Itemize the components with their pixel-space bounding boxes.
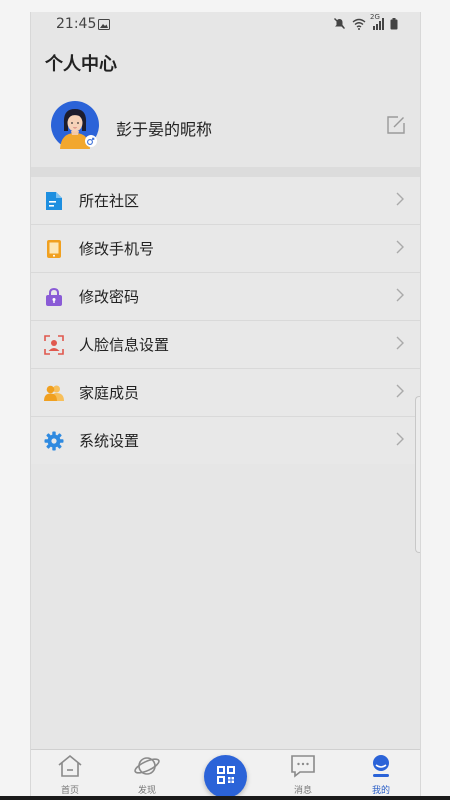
wifi-icon (352, 18, 366, 34)
qr-scan-icon (216, 765, 236, 789)
message-icon (290, 755, 316, 782)
battery-icon (390, 17, 398, 34)
chevron-right-icon (396, 383, 404, 402)
qr-scan-button[interactable] (204, 755, 247, 798)
tab-message[interactable]: 消息 (273, 754, 333, 796)
section-divider (31, 167, 420, 177)
avatar[interactable] (51, 101, 99, 149)
nickname-text: 彭于晏的昵称 (116, 120, 213, 139)
profile-icon (369, 755, 393, 782)
page-title: 个人中心 (45, 54, 117, 75)
menu-item-family[interactable]: 家庭成员 (31, 369, 420, 417)
tab-profile[interactable]: 我的 (351, 754, 411, 796)
community-document-icon (43, 190, 65, 212)
menu-label-change-password: 修改密码 (79, 288, 140, 306)
network-type-label: 2G (370, 12, 380, 21)
lock-icon (43, 286, 65, 308)
face-scan-icon (43, 334, 65, 356)
settings-menu: 所在社区 修改手机号 修改密码 人脸信息设置 家庭成员 系统设置 (31, 177, 420, 464)
menu-label-family: 家庭成员 (79, 384, 140, 402)
chevron-right-icon (396, 287, 404, 306)
gallery-notification-icon (98, 18, 110, 34)
tab-label-message: 消息 (293, 786, 312, 796)
mute-icon (333, 17, 346, 34)
chevron-right-icon (396, 191, 404, 210)
signal-icon: 2G (370, 13, 384, 34)
chevron-right-icon (396, 239, 404, 258)
home-icon (57, 754, 83, 782)
family-members-icon (43, 382, 65, 404)
menu-label-change-phone: 修改手机号 (79, 240, 155, 258)
chevron-right-icon (396, 335, 404, 354)
menu-item-change-phone[interactable]: 修改手机号 (31, 225, 420, 273)
menu-item-community[interactable]: 所在社区 (31, 177, 420, 225)
edit-icon[interactable] (386, 115, 406, 135)
planet-icon (133, 757, 161, 782)
menu-label-face-settings: 人脸信息设置 (79, 336, 170, 354)
tab-discover[interactable]: 发现 (117, 754, 177, 796)
mobile-phone-icon (43, 238, 65, 260)
menu-label-system-settings: 系统设置 (79, 432, 140, 450)
tab-home[interactable]: 首页 (40, 754, 100, 796)
status-time: 21:45 (56, 16, 97, 32)
phone-screen: 21:45 2G 个人中心 彭于晏的昵称 所在社区 修改手机号 修改密码 人脸信… (30, 12, 421, 798)
system-navigation-bar (0, 796, 450, 800)
chevron-right-icon (396, 431, 404, 450)
menu-label-community: 所在社区 (79, 192, 140, 210)
tab-label-profile: 我的 (371, 786, 390, 796)
tab-label-home: 首页 (60, 786, 79, 796)
profile-card[interactable]: 彭于晏的昵称 (31, 96, 420, 178)
menu-item-system-settings[interactable]: 系统设置 (31, 417, 420, 464)
status-bar: 21:45 2G (31, 12, 420, 36)
menu-item-face-settings[interactable]: 人脸信息设置 (31, 321, 420, 369)
status-icons: 2G (333, 13, 398, 34)
gear-icon (43, 430, 65, 452)
side-drawer-handle[interactable] (415, 396, 420, 553)
empty-content-area (31, 471, 420, 756)
tab-label-discover: 发现 (137, 786, 156, 796)
menu-item-change-password[interactable]: 修改密码 (31, 273, 420, 321)
